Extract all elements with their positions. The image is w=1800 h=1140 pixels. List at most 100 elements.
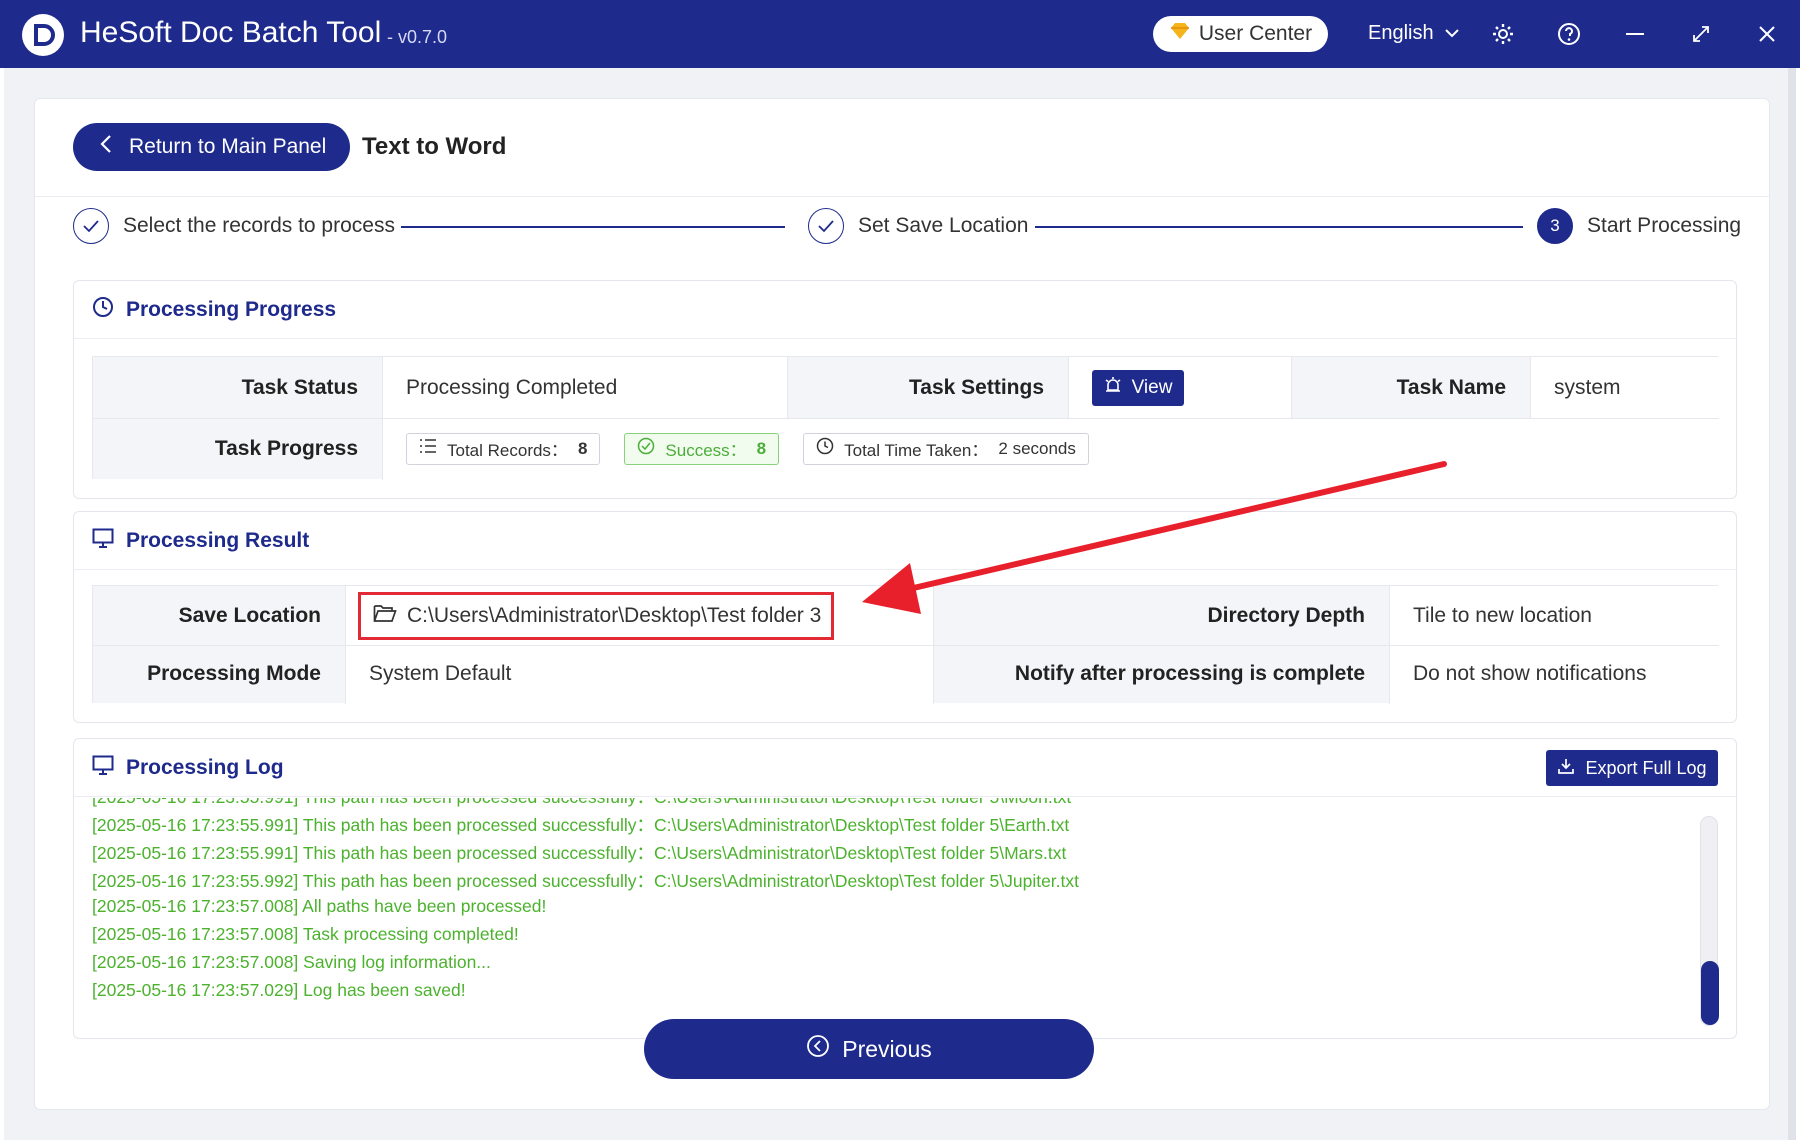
app-version: - v0.7.0 [387, 27, 448, 47]
log-list[interactable]: [2025-05-16 17:23:55.991] This path has … [74, 798, 1736, 1039]
chevron-left-icon [99, 134, 113, 160]
return-to-main-panel-button[interactable]: Return to Main Panel [73, 123, 350, 171]
log-scrollbar-thumb[interactable] [1701, 961, 1719, 1025]
processing-result-card: Processing Result Save Location C:\Users… [73, 511, 1737, 723]
progress-table: Task Status Processing Completed Task Se… [92, 356, 1719, 480]
total-time-label: Total Time Taken： [844, 441, 989, 460]
task-status-value: Processing Completed [382, 357, 787, 418]
title-bar: HeSoft Doc Batch Tool - v0.7.0 User Cent… [0, 0, 1800, 68]
total-records-value: 8 [577, 438, 588, 458]
view-settings-button[interactable]: View [1092, 369, 1184, 406]
step-label: Select the records to process [123, 214, 395, 237]
save-location-value: C:\Users\Administrator\Desktop\Test fold… [407, 604, 822, 627]
processing-mode-value: System Default [345, 645, 933, 703]
clock-icon [92, 296, 114, 324]
processing-result-header: Processing Result [74, 512, 1736, 570]
step-label: Set Save Location [858, 214, 1029, 237]
content-frame: Return to Main Panel Text to Word Select… [4, 68, 1796, 1140]
success-label: Success： [665, 441, 747, 460]
row-divider [93, 418, 1719, 419]
save-location-link[interactable]: C:\Users\Administrator\Desktop\Test fold… [358, 592, 834, 640]
task-name-value: system [1530, 357, 1719, 418]
task-name-label: Task Name [1291, 357, 1530, 418]
app-logo-icon [22, 14, 64, 56]
log-line: [2025-05-16 17:23:55.991] This path has … [92, 798, 1071, 809]
total-records-label: Total Records： [447, 441, 568, 460]
processing-progress-header: Processing Progress [74, 281, 1736, 339]
step-connector [401, 226, 785, 228]
directory-depth-value: Tile to new location [1389, 586, 1719, 645]
processing-progress-card: Processing Progress Task Status Processi… [73, 280, 1737, 499]
list-icon [419, 438, 437, 459]
app-title: HeSoft Doc Batch Tool [80, 16, 382, 49]
window-scrollbar[interactable] [1788, 68, 1796, 1140]
section-title: Processing Progress [126, 297, 337, 321]
maximize-icon[interactable] [1687, 20, 1715, 48]
language-label: English [1368, 22, 1434, 44]
success-value: 8 [756, 438, 767, 458]
task-settings-label: Task Settings [787, 357, 1068, 418]
download-icon [1557, 757, 1575, 780]
language-select[interactable]: English [1368, 22, 1460, 45]
step-number: 3 [1537, 208, 1573, 244]
gear-icon[interactable] [1489, 20, 1517, 48]
total-time-value: 2 seconds [998, 438, 1076, 458]
col-divider [1068, 357, 1069, 418]
col-divider [1291, 357, 1292, 418]
close-icon[interactable] [1753, 20, 1781, 48]
export-full-log-button[interactable]: Export Full Log [1546, 750, 1718, 786]
log-scrollbar[interactable] [1700, 816, 1719, 1026]
check-circle-icon [637, 437, 655, 460]
check-icon [808, 208, 844, 244]
main-panel: Return to Main Panel Text to Word Select… [34, 98, 1771, 1110]
monitor-icon [92, 528, 114, 554]
help-icon[interactable] [1555, 20, 1583, 48]
step-label: Start Processing [1587, 214, 1742, 237]
alarm-icon [1104, 376, 1122, 400]
view-label: View [1131, 376, 1173, 398]
task-progress-label: Task Progress [93, 418, 382, 479]
row-divider [93, 645, 1719, 646]
user-center-label: User Center [1198, 22, 1313, 45]
col-divider [933, 586, 934, 704]
save-location-label: Save Location [93, 586, 345, 645]
task-progress-values: Total Records： 8 Success： 8 Total Time T… [382, 418, 1719, 479]
result-table: Save Location C:\Users\Administrator\Des… [92, 585, 1719, 704]
vip-diamond-icon [1169, 21, 1191, 47]
log-line: [2025-05-16 17:23:55.992] This path has … [92, 871, 1079, 891]
col-divider [382, 357, 383, 480]
processing-mode-label: Processing Mode [93, 645, 345, 703]
step-save-location: Set Save Location [808, 208, 1028, 244]
export-label: Export Full Log [1585, 757, 1707, 778]
section-title: Processing Log [126, 755, 284, 779]
col-divider [345, 586, 346, 704]
total-time-tag: Total Time Taken： 2 seconds [803, 432, 1089, 465]
notify-label: Notify after processing is complete [933, 645, 1389, 703]
previous-label: Previous [842, 1035, 932, 1062]
minimize-icon[interactable] [1621, 20, 1649, 48]
log-line: [2025-05-16 17:23:55.991] This path has … [92, 843, 1067, 863]
col-divider [787, 357, 788, 418]
success-tag: Success： 8 [624, 432, 780, 465]
log-line: [2025-05-16 17:23:57.029] Log has been s… [92, 980, 466, 1000]
return-label: Return to Main Panel [129, 135, 327, 158]
folder-open-icon [373, 603, 397, 629]
chevron-left-circle-icon [806, 1034, 830, 1064]
section-title: Processing Result [126, 528, 310, 552]
processing-log-header: Processing Log [74, 739, 1736, 797]
check-icon [73, 208, 109, 244]
total-records-tag: Total Records： 8 [406, 432, 601, 465]
directory-depth-label: Directory Depth [933, 586, 1389, 645]
step-connector [1035, 226, 1523, 228]
col-divider [1389, 586, 1390, 704]
header-divider [35, 196, 1771, 197]
col-divider [1530, 357, 1531, 418]
previous-button[interactable]: Previous [644, 1019, 1094, 1079]
notify-value: Do not show notifications [1389, 645, 1719, 703]
user-center-button[interactable]: User Center [1153, 16, 1328, 52]
log-line: [2025-05-16 17:23:57.008] Task processin… [92, 924, 519, 944]
chevron-down-icon [1444, 22, 1460, 45]
clock-icon [816, 437, 834, 460]
step-start-processing: 3 Start Processing [1537, 208, 1741, 244]
step-select-records: Select the records to process [73, 208, 395, 244]
